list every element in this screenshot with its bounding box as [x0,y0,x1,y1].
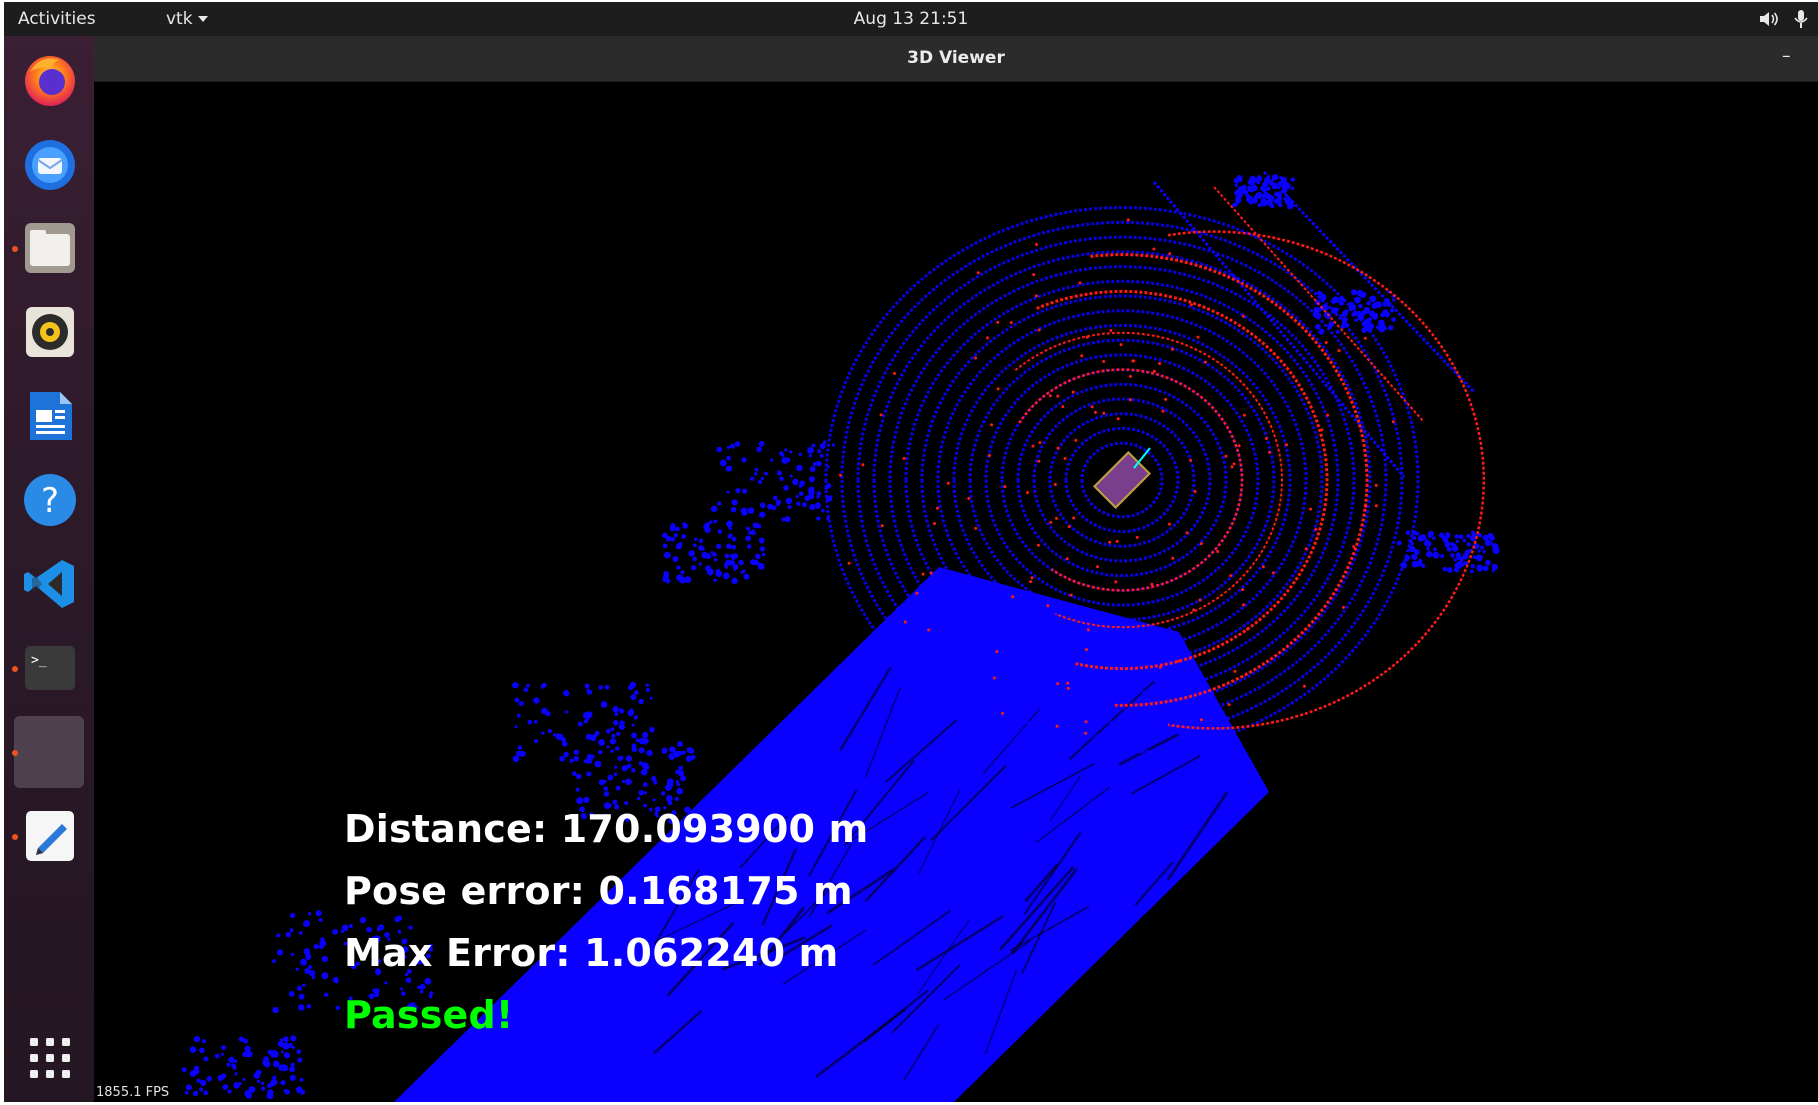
dock-item-help[interactable]: ? [14,464,84,536]
clock-container: Aug 13 21:51 [4,9,1818,29]
top-bar: Activities vtk Aug 13 21:51 [4,2,1818,36]
window-title: 3D Viewer [907,48,1005,68]
dock-item-writer[interactable] [14,380,84,452]
vehicle-marker [1093,447,1151,509]
dock-item-firefox[interactable] [14,44,84,116]
firefox-icon [25,56,75,106]
help-icon: ? [24,474,76,526]
distance-text: Distance: 170.093900 m [344,807,869,851]
running-indicator [12,834,18,840]
show-applications-button[interactable] [28,1036,72,1080]
max-error-text: Max Error: 1.062240 m [344,931,839,975]
running-indicator [12,246,18,252]
microphone-icon[interactable] [1790,8,1812,30]
writer-icon [30,392,72,440]
dock: ? >_ [4,36,94,1102]
minimize-button[interactable]: – [1782,46,1798,66]
thunderbird-icon [25,140,75,190]
render-viewport[interactable]: Distance: 170.093900 m Pose error: 0.168… [94,82,1818,1102]
running-indicator [12,666,18,672]
app-menu-label: vtk [166,9,193,29]
pose-error-text: Pose error: 0.168175 m [344,869,853,913]
clock[interactable]: Aug 13 21:51 [854,9,969,29]
activities-button[interactable]: Activities [18,9,96,29]
dock-item-thunderbird[interactable] [14,128,84,200]
files-icon [25,223,75,273]
running-indicator [12,750,18,756]
app-grid-icon [30,1038,70,1078]
vscode-icon [24,560,74,608]
status-text: Passed! [344,993,514,1037]
terminal-icon: >_ [25,646,75,690]
dock-item-files[interactable] [12,212,84,284]
svg-text:>_: >_ [31,653,47,668]
fps-counter: 1855.1 FPS [96,1085,170,1100]
rhythmbox-icon [26,307,74,357]
viewer-window: 3D Viewer – Distance: 170.093900 m Pose … [94,36,1818,1102]
desktop: Activities vtk Aug 13 21:51 ? >_ 3D View… [4,2,1818,1102]
dock-item-text-editor[interactable] [12,800,84,872]
app-menu[interactable]: vtk [166,9,208,29]
window-titlebar[interactable]: 3D Viewer – [94,36,1818,82]
dock-item-rhythmbox[interactable] [14,296,84,368]
chevron-down-icon [197,16,208,22]
dock-item-vscode[interactable] [14,548,84,620]
dock-item-vtk-window[interactable] [12,716,84,788]
dock-item-terminal[interactable]: >_ [12,632,84,704]
svg-text:?: ? [41,481,59,521]
text-editor-icon [26,811,74,861]
